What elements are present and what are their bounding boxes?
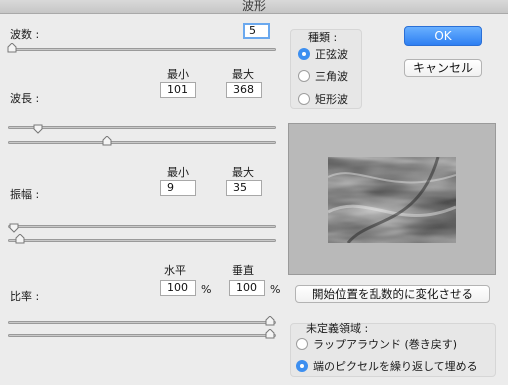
generators-label: 波数 :	[10, 28, 40, 41]
wavelength-min-header: 最小	[167, 68, 189, 81]
radio-unselected-icon	[296, 338, 308, 350]
generators-slider-thumb[interactable]	[7, 43, 17, 53]
scale-horizontal-unit: %	[201, 283, 212, 296]
radio-selected-icon	[298, 48, 310, 60]
type-radio-square[interactable]: 矩形波	[298, 91, 348, 107]
amplitude-max-slider-track[interactable]	[8, 239, 276, 242]
wavelength-min-field[interactable]: 101	[160, 82, 196, 98]
undefined-radio-repeat-edge-label: 端のピクセルを繰り返して埋める	[313, 360, 478, 373]
undefined-areas-title: 未定義領域 :	[306, 322, 369, 335]
scale-vertical-slider-thumb[interactable]	[265, 329, 275, 339]
amplitude-min-slider-track[interactable]	[8, 225, 276, 228]
amplitude-label: 振幅 :	[10, 188, 40, 201]
amplitude-max-slider-thumb[interactable]	[15, 234, 25, 244]
scale-horizontal-header: 水平	[164, 264, 186, 277]
generators-field[interactable]: 5	[243, 23, 270, 39]
type-radio-triangle-label: 三角波	[315, 70, 348, 83]
wavelength-min-slider-thumb[interactable]	[33, 124, 43, 134]
scale-vertical-unit: %	[270, 283, 281, 296]
wavelength-max-slider-thumb[interactable]	[102, 136, 112, 146]
radio-unselected-icon	[298, 70, 310, 82]
type-radio-square-label: 矩形波	[315, 93, 348, 106]
scale-horizontal-field[interactable]: 100	[160, 280, 196, 296]
amplitude-max-header: 最大	[232, 166, 254, 179]
scale-label: 比率 :	[10, 290, 40, 303]
undefined-radio-repeat-edge[interactable]: 端のピクセルを繰り返して埋める	[296, 358, 478, 374]
wave-preview-image	[328, 157, 456, 243]
type-radio-sine-label: 正弦波	[315, 48, 348, 61]
wavelength-max-slider-track[interactable]	[8, 141, 276, 144]
undefined-radio-wrap-around[interactable]: ラップアラウンド (巻き戻す)	[296, 336, 457, 352]
generators-slider-track[interactable]	[8, 48, 276, 51]
undefined-radio-wrap-around-label: ラップアラウンド (巻き戻す)	[313, 338, 458, 351]
cancel-button[interactable]: キャンセル	[404, 59, 482, 77]
scale-horizontal-slider-track[interactable]	[8, 321, 276, 324]
scale-horizontal-slider-thumb[interactable]	[265, 316, 275, 326]
radio-unselected-icon	[298, 93, 310, 105]
scale-vertical-slider-track[interactable]	[8, 334, 276, 337]
wavelength-max-field[interactable]: 368	[226, 82, 262, 98]
type-group-title: 種類 :	[308, 31, 338, 44]
wavelength-label: 波長 :	[10, 92, 40, 105]
wavelength-max-header: 最大	[232, 68, 254, 81]
scale-vertical-field[interactable]: 100	[229, 280, 265, 296]
amplitude-min-field[interactable]: 9	[160, 180, 196, 196]
amplitude-min-slider-thumb[interactable]	[9, 223, 19, 233]
scale-vertical-header: 垂直	[232, 264, 254, 277]
randomize-button[interactable]: 開始位置を乱数的に変化させる	[295, 285, 490, 303]
preview-panel	[288, 123, 496, 275]
radio-selected-icon	[296, 360, 308, 372]
ok-button[interactable]: OK	[404, 26, 482, 46]
amplitude-min-header: 最小	[167, 166, 189, 179]
type-radio-triangle[interactable]: 三角波	[298, 68, 348, 84]
window-title: 波形	[0, 0, 508, 14]
amplitude-max-field[interactable]: 35	[226, 180, 262, 196]
wavelength-min-slider-track[interactable]	[8, 126, 276, 129]
type-radio-sine[interactable]: 正弦波	[298, 46, 348, 62]
